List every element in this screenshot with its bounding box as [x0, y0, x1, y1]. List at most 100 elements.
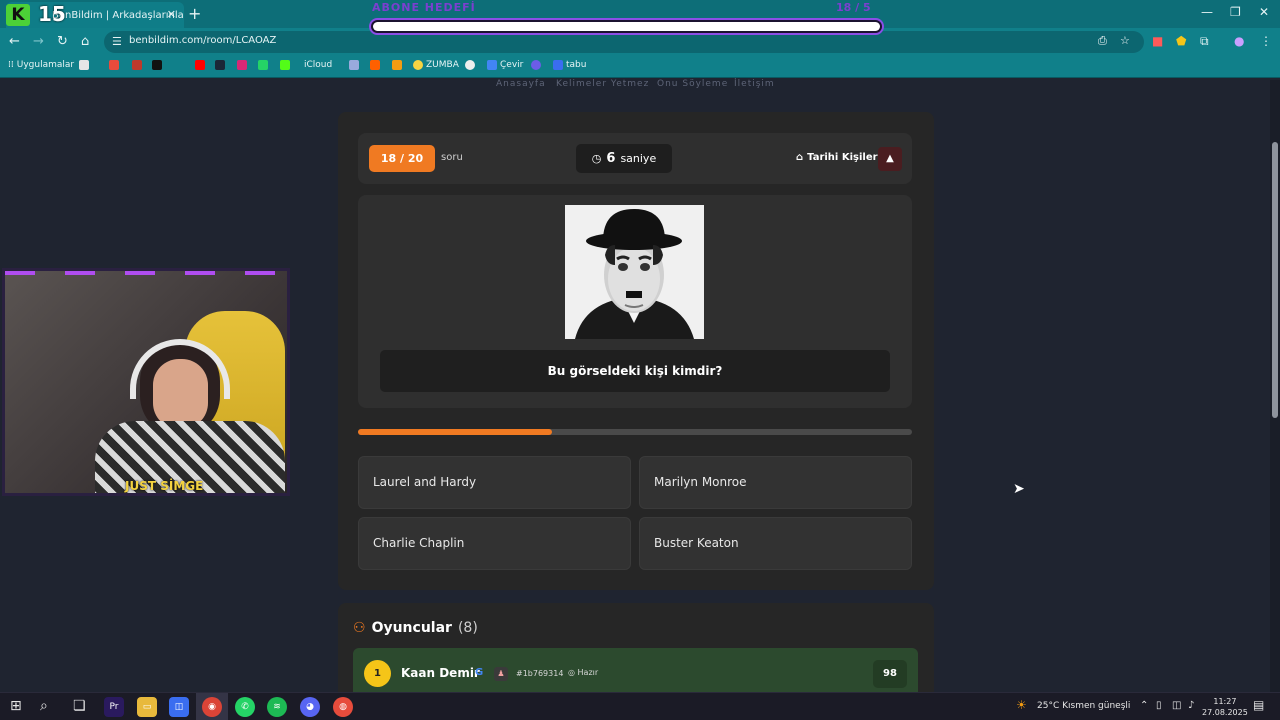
bookmark-icon-2[interactable]	[109, 60, 119, 70]
obs-icon[interactable]: ◍	[333, 697, 353, 717]
bookmark-icon-8[interactable]	[531, 60, 541, 70]
user-icon: ♟	[494, 667, 508, 681]
file-explorer-icon[interactable]: ▭	[137, 697, 157, 717]
hepsiburada-icon	[370, 60, 380, 70]
install-icon[interactable]: ⎙	[1098, 34, 1107, 48]
timer-value: 6	[606, 151, 616, 166]
kick-icon	[280, 60, 290, 70]
bookmark-icon-7[interactable]	[465, 60, 475, 70]
clock[interactable]: 11:27 27.08.2025	[1202, 696, 1248, 718]
grid-icon: ⁞⁞	[8, 60, 14, 70]
minimize-icon[interactable]: —	[1201, 5, 1213, 19]
bookmark-icon-4[interactable]	[152, 60, 162, 70]
question-label: soru	[441, 152, 463, 163]
instagram-icon	[237, 60, 247, 70]
question-counter: 18 / 20	[369, 145, 435, 172]
bookmark-translate[interactable]: Çevir	[487, 60, 523, 70]
windows-start-icon[interactable]: ⊞	[10, 698, 22, 714]
bookmark-youtube[interactable]	[195, 60, 205, 70]
spotify-icon[interactable]: ≋	[267, 697, 287, 717]
url-text: benbildim.com/room/LCAOAZ	[129, 35, 277, 46]
answer-option-1[interactable]: Laurel and Hardy	[358, 456, 631, 509]
player-status: ◎ Hazır	[568, 668, 598, 677]
back-icon[interactable]: ←	[9, 34, 20, 49]
bookmark-whatsapp[interactable]	[258, 60, 268, 70]
bookmark-icon-1[interactable]	[79, 60, 89, 70]
search-icon[interactable]: ⌕	[40, 698, 48, 714]
chrome-icon[interactable]: ◉	[202, 697, 222, 717]
players-count: (8)	[457, 620, 478, 636]
check-circle-icon: ◎	[568, 668, 575, 677]
close-icon[interactable]: ✕	[167, 8, 176, 21]
timer: ◷ 6 saniye	[576, 144, 672, 173]
bookmark-icon-5[interactable]	[349, 60, 359, 70]
scrollbar-thumb[interactable]	[1272, 142, 1278, 418]
weather-text[interactable]: 25°C Kısmen güneşli	[1037, 701, 1130, 711]
store-icon[interactable]: ◫	[169, 697, 189, 717]
menu-icon[interactable]: ⋮	[1260, 34, 1272, 48]
browser-tab[interactable]: BenBildim | Arkadaşlarınla Onl... ✕	[6, 2, 184, 28]
kick-logo: K	[6, 4, 30, 26]
reload-icon[interactable]: ↻	[57, 34, 68, 49]
webcam-overlay: JUST SİMGE	[2, 268, 290, 496]
nav-link-kelimeler-yetmez[interactable]: Kelimeler Yetmez	[556, 79, 649, 89]
clock-time: 11:27	[1213, 697, 1237, 706]
extension-icon[interactable]: ■	[1152, 34, 1163, 48]
shield-icon[interactable]: ⬟	[1176, 34, 1186, 48]
players-title: ⚇ Oyuncular (8)	[353, 620, 478, 636]
bookmark-steam[interactable]	[215, 60, 225, 70]
home-icon[interactable]: ⌂	[81, 34, 89, 49]
answer-option-3[interactable]: Charlie Chaplin	[358, 517, 631, 570]
category-tag: ⌂ Tarihi Kişiler	[796, 152, 878, 163]
whatsapp-icon[interactable]: ✆	[235, 697, 255, 717]
mouse-cursor-icon: ➤	[1013, 481, 1025, 497]
sub-goal-progress-fill	[373, 22, 880, 31]
premiere-icon[interactable]: Pr	[104, 697, 124, 717]
bookmark-tabu[interactable]: tabu	[553, 60, 586, 70]
webcam-frame	[5, 271, 287, 275]
question-text: Bu görseldeki kişi kimdir?	[547, 364, 723, 378]
translate-icon	[487, 60, 497, 70]
player-score: 98	[873, 660, 907, 688]
answer-option-4[interactable]: Buster Keaton	[639, 517, 912, 570]
warning-icon: ▲	[886, 153, 894, 164]
page-scrollbar[interactable]	[1270, 80, 1280, 692]
report-button[interactable]: ▲	[878, 147, 902, 171]
nav-link-home[interactable]: Anasayfa	[496, 79, 546, 89]
star-icon[interactable]: ☆	[1120, 34, 1130, 47]
users-icon: ⚇	[353, 620, 366, 636]
bookmark-icon-6[interactable]	[392, 60, 402, 70]
bookmark-icon-3[interactable]	[132, 60, 142, 70]
volume-icon[interactable]: ♪	[1188, 700, 1194, 711]
player-id: #1b769314	[516, 669, 564, 678]
bookmark-icloud[interactable]: iCloud	[301, 60, 332, 70]
maximize-icon[interactable]: ❐	[1230, 5, 1241, 19]
site-info-icon[interactable]: ☰	[112, 35, 122, 48]
nav-link-onu-soyleme[interactable]: Onu Söyleme	[657, 79, 728, 89]
bookmark-kick[interactable]	[280, 60, 290, 70]
discord-icon[interactable]: ◕	[300, 697, 320, 717]
profile-avatar[interactable]: ●	[1234, 34, 1244, 48]
red-icon	[132, 60, 142, 70]
whatsapp-icon	[258, 60, 268, 70]
new-tab-button[interactable]: +	[188, 4, 201, 23]
bookmark-zumba[interactable]: ZUMBA	[413, 60, 459, 70]
nav-link-contact[interactable]: İletişim	[734, 79, 775, 89]
forward-icon[interactable]: →	[33, 34, 44, 49]
chevron-up-icon[interactable]: ⌃	[1140, 700, 1148, 711]
window-close-icon[interactable]: ✕	[1259, 5, 1269, 19]
bookmark-apps[interactable]: ⁞⁞ Uygulamalar	[8, 60, 74, 70]
tabu-icon	[553, 60, 563, 70]
task-view-icon[interactable]: ❏	[73, 698, 86, 714]
puzzle-icon[interactable]: ⧉	[1200, 34, 1209, 49]
bookmark-hb[interactable]	[370, 60, 380, 70]
answer-option-2[interactable]: Marilyn Monroe	[639, 456, 912, 509]
bookmark-instagram[interactable]	[237, 60, 247, 70]
portrait-illustration	[565, 205, 704, 339]
notification-icon[interactable]: ▤	[1253, 698, 1264, 712]
sub-goal-label: ABONE HEDEFİ	[372, 1, 476, 14]
taskbar: ⊞ ⌕ ❏ Pr ▭ ◫ ◉ ✆ ≋ ◕ ◍ ☀ 25°C Kısmen gün…	[0, 692, 1280, 720]
network-icon[interactable]: ◫	[1172, 700, 1181, 711]
battery-icon[interactable]: ▯	[1156, 700, 1162, 711]
colorful-icon	[109, 60, 119, 70]
